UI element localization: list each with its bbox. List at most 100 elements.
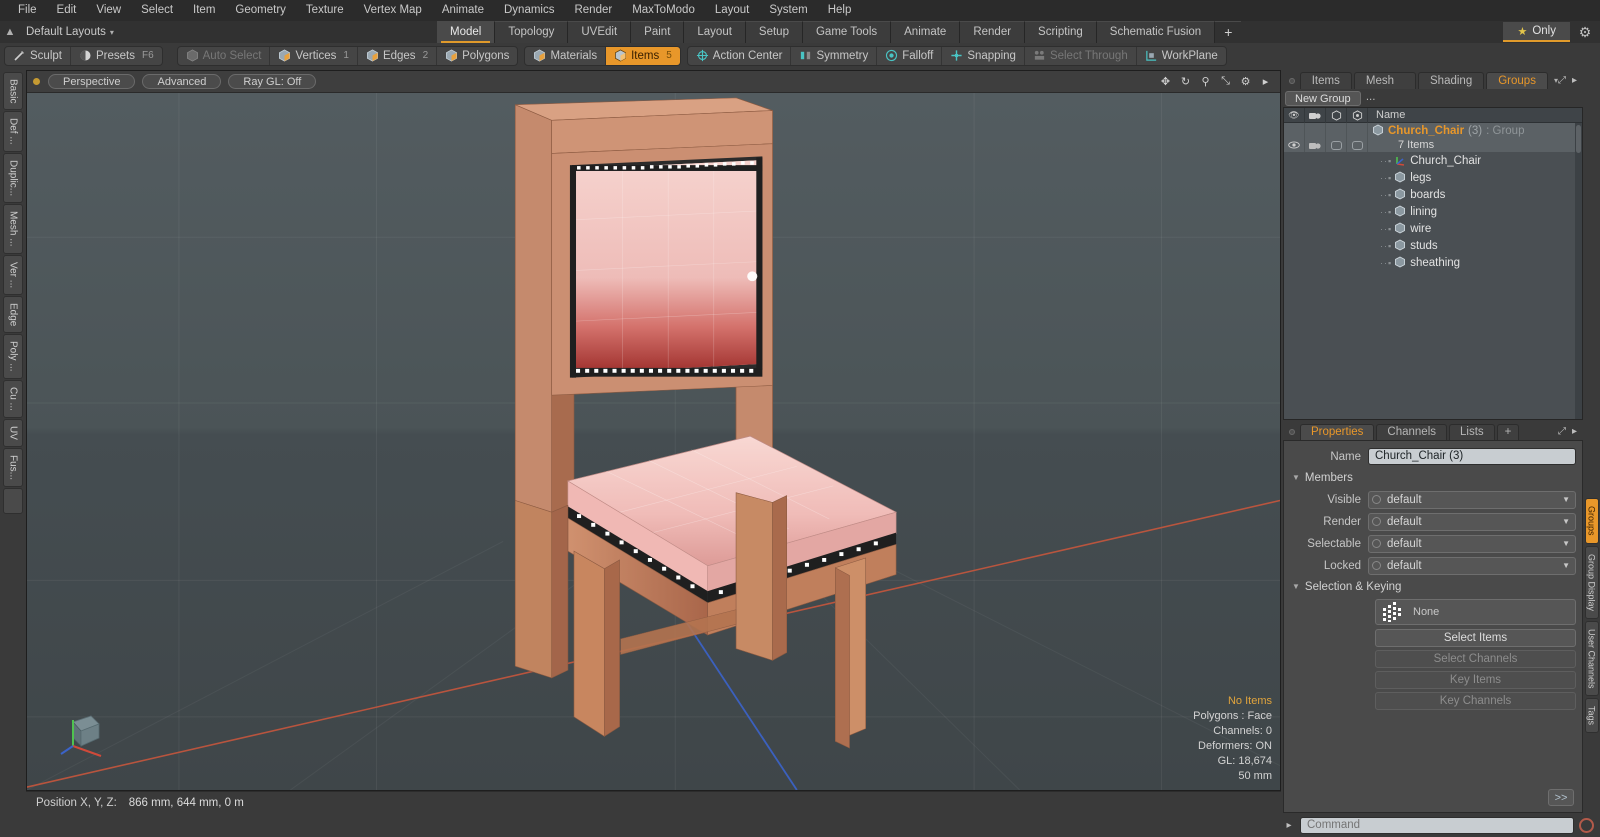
group-visible-toggle[interactable] bbox=[1284, 123, 1305, 138]
symmetry-button[interactable]: Symmetry bbox=[791, 46, 878, 65]
tab-setup[interactable]: Setup bbox=[745, 21, 803, 43]
left-tab-duplicate[interactable]: Duplic... bbox=[3, 153, 23, 204]
menu-item-geometry[interactable]: Geometry bbox=[225, 0, 296, 21]
select-items-button[interactable]: Select Items bbox=[1375, 629, 1576, 647]
tree-item-row[interactable]: ··▪ boards bbox=[1284, 186, 1582, 203]
command-arrow-icon[interactable]: ▸ bbox=[1283, 820, 1295, 831]
auto-select-button[interactable]: Auto Select bbox=[178, 46, 271, 65]
visible-radio[interactable] bbox=[1372, 495, 1381, 504]
selectable-dropdown[interactable]: default ▼ bbox=[1368, 534, 1576, 553]
menu-item-edit[interactable]: Edit bbox=[47, 0, 87, 21]
menu-item-animate[interactable]: Animate bbox=[432, 0, 494, 21]
menu-item-layout[interactable]: Layout bbox=[705, 0, 760, 21]
menu-item-help[interactable]: Help bbox=[818, 0, 862, 21]
menu-item-dynamics[interactable]: Dynamics bbox=[494, 0, 564, 21]
tab-render[interactable]: Render bbox=[960, 21, 1026, 43]
left-tab-polygon[interactable]: Poly ... bbox=[3, 334, 23, 379]
subrow-locked-toggle[interactable] bbox=[1347, 138, 1368, 152]
subrow-visible-toggle[interactable] bbox=[1284, 138, 1305, 152]
tab-groups[interactable]: Groups bbox=[1486, 72, 1548, 89]
edges-button[interactable]: Edges 2 bbox=[358, 46, 438, 65]
select-through-button[interactable]: Select Through bbox=[1025, 46, 1137, 65]
vertices-button[interactable]: Vertices 1 bbox=[270, 46, 358, 65]
subrow-render-toggle[interactable] bbox=[1305, 138, 1326, 152]
maximize-icon[interactable]: ⤢ bbox=[1558, 426, 1566, 437]
new-group-button[interactable]: New Group bbox=[1285, 90, 1361, 106]
add-properties-tab-button[interactable]: + bbox=[1496, 424, 1520, 440]
cube-outline-icon[interactable] bbox=[1326, 107, 1347, 123]
key-items-button[interactable]: Key Items bbox=[1375, 671, 1576, 689]
only-button[interactable]: ★ Only bbox=[1503, 22, 1570, 42]
viewport-raygl-selector[interactable]: Ray GL: Off bbox=[228, 74, 317, 89]
panel-menu-dot[interactable] bbox=[1289, 78, 1295, 84]
menu-item-select[interactable]: Select bbox=[131, 0, 183, 21]
tree-item-row[interactable]: ··▪ studs bbox=[1284, 237, 1582, 254]
tree-item-row[interactable]: ··▪ legs bbox=[1284, 169, 1582, 186]
tab-model[interactable]: Model bbox=[437, 21, 496, 43]
workplane-button[interactable]: WorkPlane bbox=[1137, 47, 1226, 65]
selectable-radio[interactable] bbox=[1372, 539, 1381, 548]
properties-options-icon[interactable]: ▸ bbox=[1572, 426, 1577, 437]
viewport-scene[interactable]: No Items Polygons : Face Channels: 0 Def… bbox=[27, 93, 1280, 790]
tab-channels[interactable]: Channels bbox=[1376, 424, 1448, 440]
tree-item-row[interactable]: ··▪ Church_Chair bbox=[1284, 152, 1582, 169]
viewport-shading-selector[interactable]: Advanced bbox=[142, 74, 222, 89]
menu-item-item[interactable]: Item bbox=[183, 0, 225, 21]
tree-scrollbar[interactable] bbox=[1575, 123, 1582, 419]
selection-keying-section-header[interactable]: ▼ Selection & Keying bbox=[1290, 578, 1576, 595]
gear-icon[interactable]: ⚙ bbox=[1576, 24, 1594, 42]
tab-lists[interactable]: Lists bbox=[1449, 424, 1495, 440]
home-icon[interactable]: ▲ bbox=[0, 26, 20, 38]
selection-mode-selector[interactable]: None bbox=[1375, 599, 1576, 625]
group-locked-toggle[interactable] bbox=[1347, 123, 1368, 138]
materials-button[interactable]: Materials bbox=[525, 46, 607, 65]
action-center-button[interactable]: Action Center bbox=[688, 46, 792, 65]
left-tab-mesh[interactable]: Mesh ... bbox=[3, 204, 23, 254]
tab-animate[interactable]: Animate bbox=[891, 21, 961, 43]
menu-item-file[interactable]: File bbox=[8, 0, 47, 21]
locked-dropdown[interactable]: default ▼ bbox=[1368, 556, 1576, 575]
left-tab-edge[interactable]: Edge bbox=[3, 295, 23, 334]
fit-icon[interactable]: ⤡ bbox=[1219, 75, 1232, 88]
menu-item-system[interactable]: System bbox=[759, 0, 817, 21]
viewport-projection-selector[interactable]: Perspective bbox=[48, 74, 136, 89]
tab-mesh[interactable]: Mesh ... bbox=[1353, 72, 1417, 103]
right-tab-user-channels[interactable]: User Channels bbox=[1584, 620, 1599, 697]
left-tab-curve[interactable]: Cu ... bbox=[3, 379, 23, 418]
menu-item-vertex-map[interactable]: Vertex Map bbox=[354, 0, 432, 21]
visible-dropdown[interactable]: default ▼ bbox=[1368, 490, 1576, 509]
falloff-button[interactable]: Falloff bbox=[877, 46, 943, 65]
menu-item-texture[interactable]: Texture bbox=[296, 0, 354, 21]
left-tab-blank[interactable] bbox=[3, 487, 23, 514]
name-field[interactable]: Church_Chair (3) bbox=[1368, 448, 1576, 465]
tab-shading[interactable]: Shading bbox=[1418, 72, 1485, 89]
sculpt-button[interactable]: Sculpt bbox=[5, 46, 71, 65]
viewport-menu-dot[interactable] bbox=[33, 78, 40, 85]
tab-schematic-fusion[interactable]: Schematic Fusion bbox=[1096, 21, 1216, 43]
tab-items[interactable]: Items bbox=[1299, 72, 1352, 89]
items-button[interactable]: Items 5 bbox=[606, 46, 680, 65]
tree-item-row[interactable]: ··▪ sheathing bbox=[1284, 254, 1582, 271]
tab-properties[interactable]: Properties bbox=[1300, 424, 1375, 440]
menu-item-maxtomodo[interactable]: MaxToModo bbox=[622, 0, 705, 21]
tab-scripting[interactable]: Scripting bbox=[1025, 21, 1097, 43]
render-radio[interactable] bbox=[1372, 517, 1381, 526]
right-tab-tags[interactable]: Tags bbox=[1584, 698, 1599, 734]
cube-lock-icon[interactable] bbox=[1347, 107, 1368, 123]
locked-radio[interactable] bbox=[1372, 561, 1381, 570]
viewport-3d[interactable]: Perspective Advanced Ray GL: Off ✥ ↻ ⚲ ⤡… bbox=[26, 70, 1281, 791]
panel-options-icon[interactable]: ▸ bbox=[1572, 75, 1577, 86]
tree-scrollbar-thumb[interactable] bbox=[1576, 125, 1581, 153]
move-icon[interactable]: ✥ bbox=[1159, 75, 1172, 88]
group-render-toggle[interactable] bbox=[1305, 123, 1326, 138]
subrow-selectable-toggle[interactable] bbox=[1326, 138, 1347, 152]
left-tab-fusion[interactable]: Fus... bbox=[3, 447, 23, 487]
zoom-icon[interactable]: ⚲ bbox=[1199, 75, 1212, 88]
options-icon[interactable]: ⚙ bbox=[1239, 75, 1252, 88]
tree-item-row[interactable]: ··▪ wire bbox=[1284, 220, 1582, 237]
menu-item-render[interactable]: Render bbox=[564, 0, 622, 21]
select-channels-button[interactable]: Select Channels bbox=[1375, 650, 1576, 668]
record-icon[interactable] bbox=[1579, 817, 1594, 833]
viewport-axis-gizmo[interactable] bbox=[57, 704, 113, 760]
key-channels-button[interactable]: Key Channels bbox=[1375, 692, 1576, 710]
